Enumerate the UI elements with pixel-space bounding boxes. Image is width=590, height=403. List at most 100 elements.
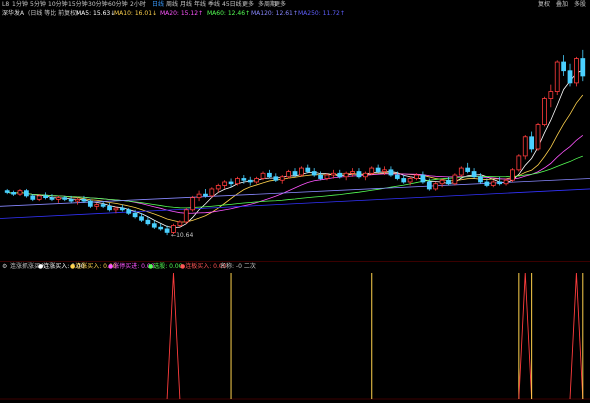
candle-body (503, 179, 509, 185)
indicator-value: ●选股: 0.00 (148, 263, 183, 270)
period-tab[interactable]: 10分钟 (48, 1, 68, 8)
signal-spike (518, 272, 533, 400)
candle-body (81, 198, 87, 202)
candle-body (286, 171, 291, 178)
candle-body (36, 195, 42, 200)
candle-body (471, 171, 477, 178)
candle-body (292, 171, 298, 176)
candle-body (203, 193, 208, 197)
toolbar-right-button[interactable]: 叠加 (556, 1, 568, 8)
candle-body (362, 172, 368, 178)
candle-body (330, 172, 336, 176)
candle-body (4, 190, 10, 193)
period-tab[interactable]: 15分钟 (68, 1, 88, 8)
period-tab[interactable]: 季线 (208, 1, 220, 8)
candle-body (356, 171, 362, 178)
candle-body (522, 136, 528, 157)
period-tab[interactable]: 45日线 (222, 1, 242, 8)
period-tab[interactable]: 日线 (152, 1, 164, 8)
period-tab[interactable]: 60分钟 (108, 1, 128, 8)
ma10-value: MA10: 16.01↓ (114, 10, 158, 17)
ma20-value: MA20: 15.12↑ (160, 10, 204, 17)
candle-body (113, 207, 119, 211)
candle-body (375, 167, 381, 172)
candle-body (145, 219, 151, 225)
signal-spike (569, 272, 584, 400)
candle-body (484, 181, 490, 186)
period-tab[interactable]: L8 (2, 1, 9, 8)
pane-divider[interactable] (0, 261, 590, 262)
candle-body (458, 167, 464, 176)
candle-body (535, 124, 541, 150)
candle-body (49, 197, 55, 200)
toolbar-right-button[interactable]: 多股 (574, 1, 586, 8)
candle-body (452, 174, 458, 185)
ma60-value: MA60: 12.46↑ (207, 10, 251, 17)
kline-chart[interactable]: ←10.64 (0, 19, 590, 261)
candle-body (394, 174, 400, 179)
candle-body (561, 61, 566, 72)
period-tab[interactable]: 更多 (274, 1, 286, 8)
candle-body (580, 58, 586, 77)
candle-body (388, 169, 394, 176)
candle-body (554, 61, 560, 92)
candle-body (273, 176, 279, 181)
candle-body (126, 209, 132, 214)
candle-body (24, 190, 29, 197)
candle-body (350, 171, 355, 174)
candle-body (247, 179, 253, 183)
candle-body (68, 198, 74, 202)
period-tab[interactable]: 年线 (194, 1, 206, 8)
candle-body (401, 178, 407, 183)
toolbar-right-button[interactable]: 复权 (538, 1, 550, 8)
candle-body (119, 207, 125, 211)
candle-body (382, 169, 387, 172)
candle-body (407, 178, 413, 183)
candle-body (260, 172, 266, 179)
candle-body (209, 188, 215, 197)
candle-body (574, 58, 579, 84)
candle-body (343, 172, 349, 178)
candle-body (279, 176, 285, 181)
ma120-value: MA120: 12.61↑ (251, 10, 298, 17)
period-tab[interactable]: 1分钟 (12, 1, 28, 8)
candle-body (139, 216, 144, 221)
indicator-name[interactable]: (日线 等比 前复权) (28, 10, 79, 18)
candle-body (254, 178, 260, 183)
period-tab[interactable]: 2小时 (130, 1, 146, 8)
candle-body (542, 98, 547, 126)
candle-body (107, 205, 112, 211)
signal-chart[interactable] (0, 271, 590, 401)
candle-body (420, 174, 426, 183)
period-tab[interactable]: 月线 (180, 1, 192, 8)
candle-body (433, 183, 439, 190)
candle-body (497, 181, 503, 185)
period-tab[interactable]: 30分钟 (88, 1, 108, 8)
candle-body (324, 174, 330, 179)
chart-info-bar: 深华发A (日线 等比 前复权) MA5: 15.63↓ MA10: 16.01… (0, 10, 590, 19)
stock-name[interactable]: 深华发A (2, 10, 24, 18)
candle-body (235, 178, 240, 185)
ma-line-10 (7, 94, 584, 223)
candle-body (414, 174, 419, 179)
candle-body (305, 167, 311, 172)
candle-body (510, 169, 515, 181)
candle-body (177, 221, 183, 226)
period-tab[interactable]: 更多 (242, 1, 254, 8)
candle-body (267, 172, 272, 178)
candle-body (548, 91, 554, 99)
ma5-value: MA5: 15.63↓ (76, 10, 116, 17)
candle-body (241, 178, 247, 181)
ma250-value: MA250: 11.72↑ (298, 10, 345, 17)
indicator-gear-icon[interactable]: ⚙ (2, 263, 7, 271)
candle-body (164, 228, 170, 233)
candle-body (222, 181, 228, 186)
candle-body (465, 167, 471, 172)
candle-body (529, 136, 535, 150)
period-tab[interactable]: 5分钟 (30, 1, 46, 8)
candle-body (490, 181, 496, 186)
candle-body (62, 197, 68, 200)
period-toolbar: L8 1分钟 5分钟 10分钟 15分钟 30分钟 60分钟 2小时 日线 周线 月线 年线 季线 45日… (0, 0, 590, 9)
period-tab[interactable]: 周线 (166, 1, 178, 8)
candle-body (43, 195, 48, 199)
